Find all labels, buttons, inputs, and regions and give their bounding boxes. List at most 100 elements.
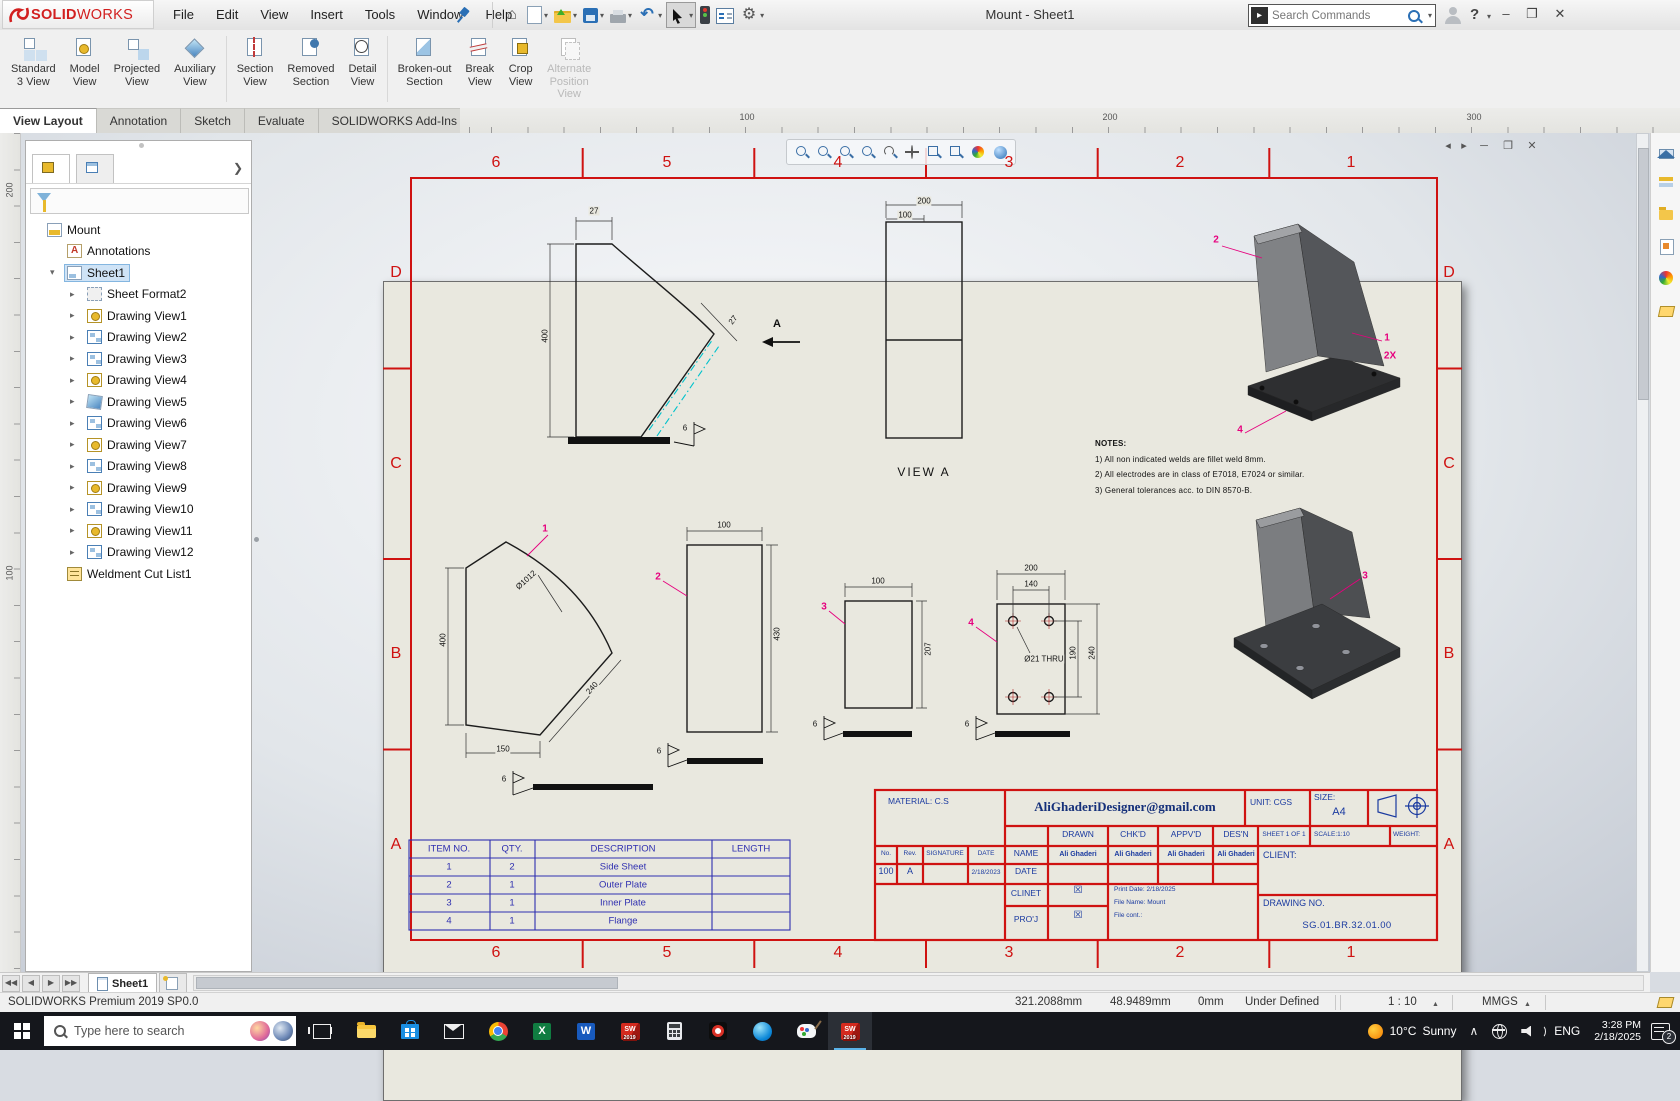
home-icon[interactable] <box>1657 141 1675 159</box>
horizontal-scrollbar-thumb[interactable] <box>196 977 618 989</box>
zoom-to-fit-icon[interactable] <box>793 143 811 161</box>
solidworks-button[interactable]: SW <box>608 1012 652 1050</box>
notification-center-button[interactable]: 2 <box>1651 1023 1670 1040</box>
tree-item-drawing-view9[interactable]: ▸Drawing View9 <box>26 477 251 498</box>
hidden-icons-chevron[interactable]: ∧ <box>1469 1024 1478 1038</box>
expand-arrow-icon[interactable]: ▸ <box>70 504 84 515</box>
menu-file[interactable]: File <box>162 0 205 30</box>
design-library-icon[interactable] <box>1657 173 1675 191</box>
horizontal-scrollbar[interactable] <box>193 975 1644 991</box>
ribbon-section-view[interactable]: SectionView <box>230 30 281 108</box>
mail-button[interactable] <box>432 1012 476 1050</box>
print-button[interactable]: ▾ <box>608 3 634 27</box>
chrome-button[interactable] <box>476 1012 520 1050</box>
expand-arrow-icon[interactable]: ▸ <box>70 289 84 300</box>
pin-icon[interactable] <box>456 7 470 21</box>
expand-arrow-icon[interactable]: ▾ <box>50 267 64 278</box>
menu-tools[interactable]: Tools <box>354 0 406 30</box>
previous-view-icon[interactable] <box>837 143 855 161</box>
custom-properties-icon[interactable] <box>1657 301 1675 319</box>
dropdown-arrow-icon[interactable]: ▾ <box>689 11 693 20</box>
tree-item-drawing-view12[interactable]: ▸Drawing View12 <box>26 542 251 563</box>
vertical-scrollbar-thumb[interactable] <box>1638 148 1649 400</box>
weather-temp[interactable]: 10°C <box>1390 1024 1417 1038</box>
ribbon-projected-view[interactable]: ProjectedView <box>107 30 167 108</box>
units-selector[interactable]: MMGS <box>1482 993 1518 1012</box>
start-button[interactable] <box>0 1012 44 1050</box>
appearances-icon[interactable] <box>1657 269 1675 287</box>
expand-arrow-icon[interactable]: ▸ <box>70 375 84 386</box>
ribbon-crop-view[interactable]: CropView <box>501 30 540 108</box>
solidworks-active-button[interactable]: SW <box>828 1012 872 1050</box>
tree-item-drawing-view2[interactable]: ▸Drawing View2 <box>26 327 251 348</box>
network-icon[interactable] <box>1492 1024 1507 1039</box>
help-dropdown-icon[interactable]: ▾ <box>1487 12 1491 21</box>
tree-item-sheet1[interactable]: ▾Sheet1 <box>26 262 251 283</box>
sheet-scale-selector[interactable]: 1 : 10 <box>1388 993 1417 1012</box>
expand-arrow-icon[interactable]: ▸ <box>70 353 84 364</box>
scroll-right-icon[interactable]: ▸ <box>1459 139 1469 152</box>
tree-item-annotations[interactable]: Annotations <box>26 241 251 262</box>
volume-icon[interactable] <box>1521 1026 1534 1037</box>
microsoft-store-button[interactable] <box>388 1012 432 1050</box>
tree-item-mount[interactable]: Mount <box>26 219 251 240</box>
search-input[interactable]: Search Commands <box>1272 10 1408 22</box>
tree-item-drawing-view4[interactable]: ▸Drawing View4 <box>26 370 251 391</box>
file-explorer-button[interactable] <box>344 1012 388 1050</box>
tree-item-drawing-view6[interactable]: ▸Drawing View6 <box>26 413 251 434</box>
weather-condition[interactable]: Sunny <box>1422 1024 1456 1038</box>
tree-item-drawing-view10[interactable]: ▸Drawing View10 <box>26 499 251 520</box>
search-dropdown-icon[interactable]: ▾ <box>1428 11 1432 20</box>
ribbon-broken-out-section[interactable]: Broken-outSection <box>391 30 459 108</box>
dropdown-arrow-icon[interactable]: ▾ <box>573 11 577 20</box>
language-indicator[interactable]: ENG <box>1554 1024 1580 1038</box>
dropdown-arrow-icon[interactable]: ▾ <box>600 11 604 20</box>
undo-button[interactable]: ↶▾ <box>636 3 664 27</box>
calculator-button[interactable] <box>652 1012 696 1050</box>
file-explorer-icon[interactable] <box>1657 205 1675 223</box>
doc-close-button[interactable]: ✕ <box>1523 139 1541 152</box>
dropdown-arrow-icon[interactable]: ▾ <box>658 11 662 20</box>
tab-evaluate[interactable]: Evaluate <box>245 108 319 133</box>
tree-item-drawing-view1[interactable]: ▸Drawing View1 <box>26 305 251 326</box>
view-orientation-icon[interactable] <box>991 143 1009 161</box>
task-view-button[interactable] <box>300 1012 344 1050</box>
first-sheet-button[interactable]: ◀◀ <box>2 975 20 992</box>
ribbon-detail-view[interactable]: DetailView <box>341 30 383 108</box>
settings-button[interactable]: ⚙▾ <box>738 3 766 27</box>
tab-annotation[interactable]: Annotation <box>97 108 181 133</box>
prev-sheet-button[interactable]: ◀ <box>22 975 40 992</box>
search-commands-box[interactable]: ▸ Search Commands ▾ <box>1248 4 1436 27</box>
scroll-left-icon[interactable]: ◂ <box>1443 139 1453 152</box>
expand-arrow-icon[interactable]: ▸ <box>70 418 84 429</box>
pan-icon[interactable] <box>903 143 921 161</box>
select-button[interactable]: ▾ <box>666 2 696 28</box>
minimize-button[interactable]: – <box>1494 0 1518 28</box>
expand-arrow-icon[interactable]: ▸ <box>70 482 84 493</box>
expand-arrow-icon[interactable]: ▸ <box>70 439 84 450</box>
word-button[interactable]: W <box>564 1012 608 1050</box>
close-button[interactable]: ✕ <box>1548 0 1572 28</box>
new-button[interactable]: ▾ <box>525 3 550 27</box>
options-list-button[interactable] <box>714 3 736 27</box>
expand-arrow-icon[interactable]: ▸ <box>70 310 84 321</box>
expand-arrow-icon[interactable]: ▸ <box>70 396 84 407</box>
sheet-tab[interactable]: Sheet1 <box>88 973 157 993</box>
tree-item-drawing-view5[interactable]: ▸Drawing View5 <box>26 391 251 412</box>
restore-button[interactable]: ❐ <box>1520 0 1544 28</box>
last-sheet-button[interactable]: ▶▶ <box>62 975 80 992</box>
ribbon-model-view[interactable]: ModelView <box>63 30 107 108</box>
display-style-icon[interactable] <box>925 143 943 161</box>
zoom-to-area-icon[interactable] <box>815 143 833 161</box>
menu-edit[interactable]: Edit <box>205 0 249 30</box>
vertical-scrollbar[interactable] <box>1636 133 1649 972</box>
expand-arrow-icon[interactable]: ▸ <box>70 547 84 558</box>
ribbon-break-view[interactable]: BreakView <box>458 30 501 108</box>
user-account-icon[interactable] <box>1444 6 1462 24</box>
taskbar-search-box[interactable]: Type here to search <box>44 1016 296 1046</box>
edge-button[interactable] <box>740 1012 784 1050</box>
edit-appearance-icon[interactable] <box>969 143 987 161</box>
tree-item-drawing-view3[interactable]: ▸Drawing View3 <box>26 348 251 369</box>
tab-sketch[interactable]: Sketch <box>181 108 245 133</box>
dropdown-arrow-icon[interactable]: ▾ <box>544 11 548 20</box>
